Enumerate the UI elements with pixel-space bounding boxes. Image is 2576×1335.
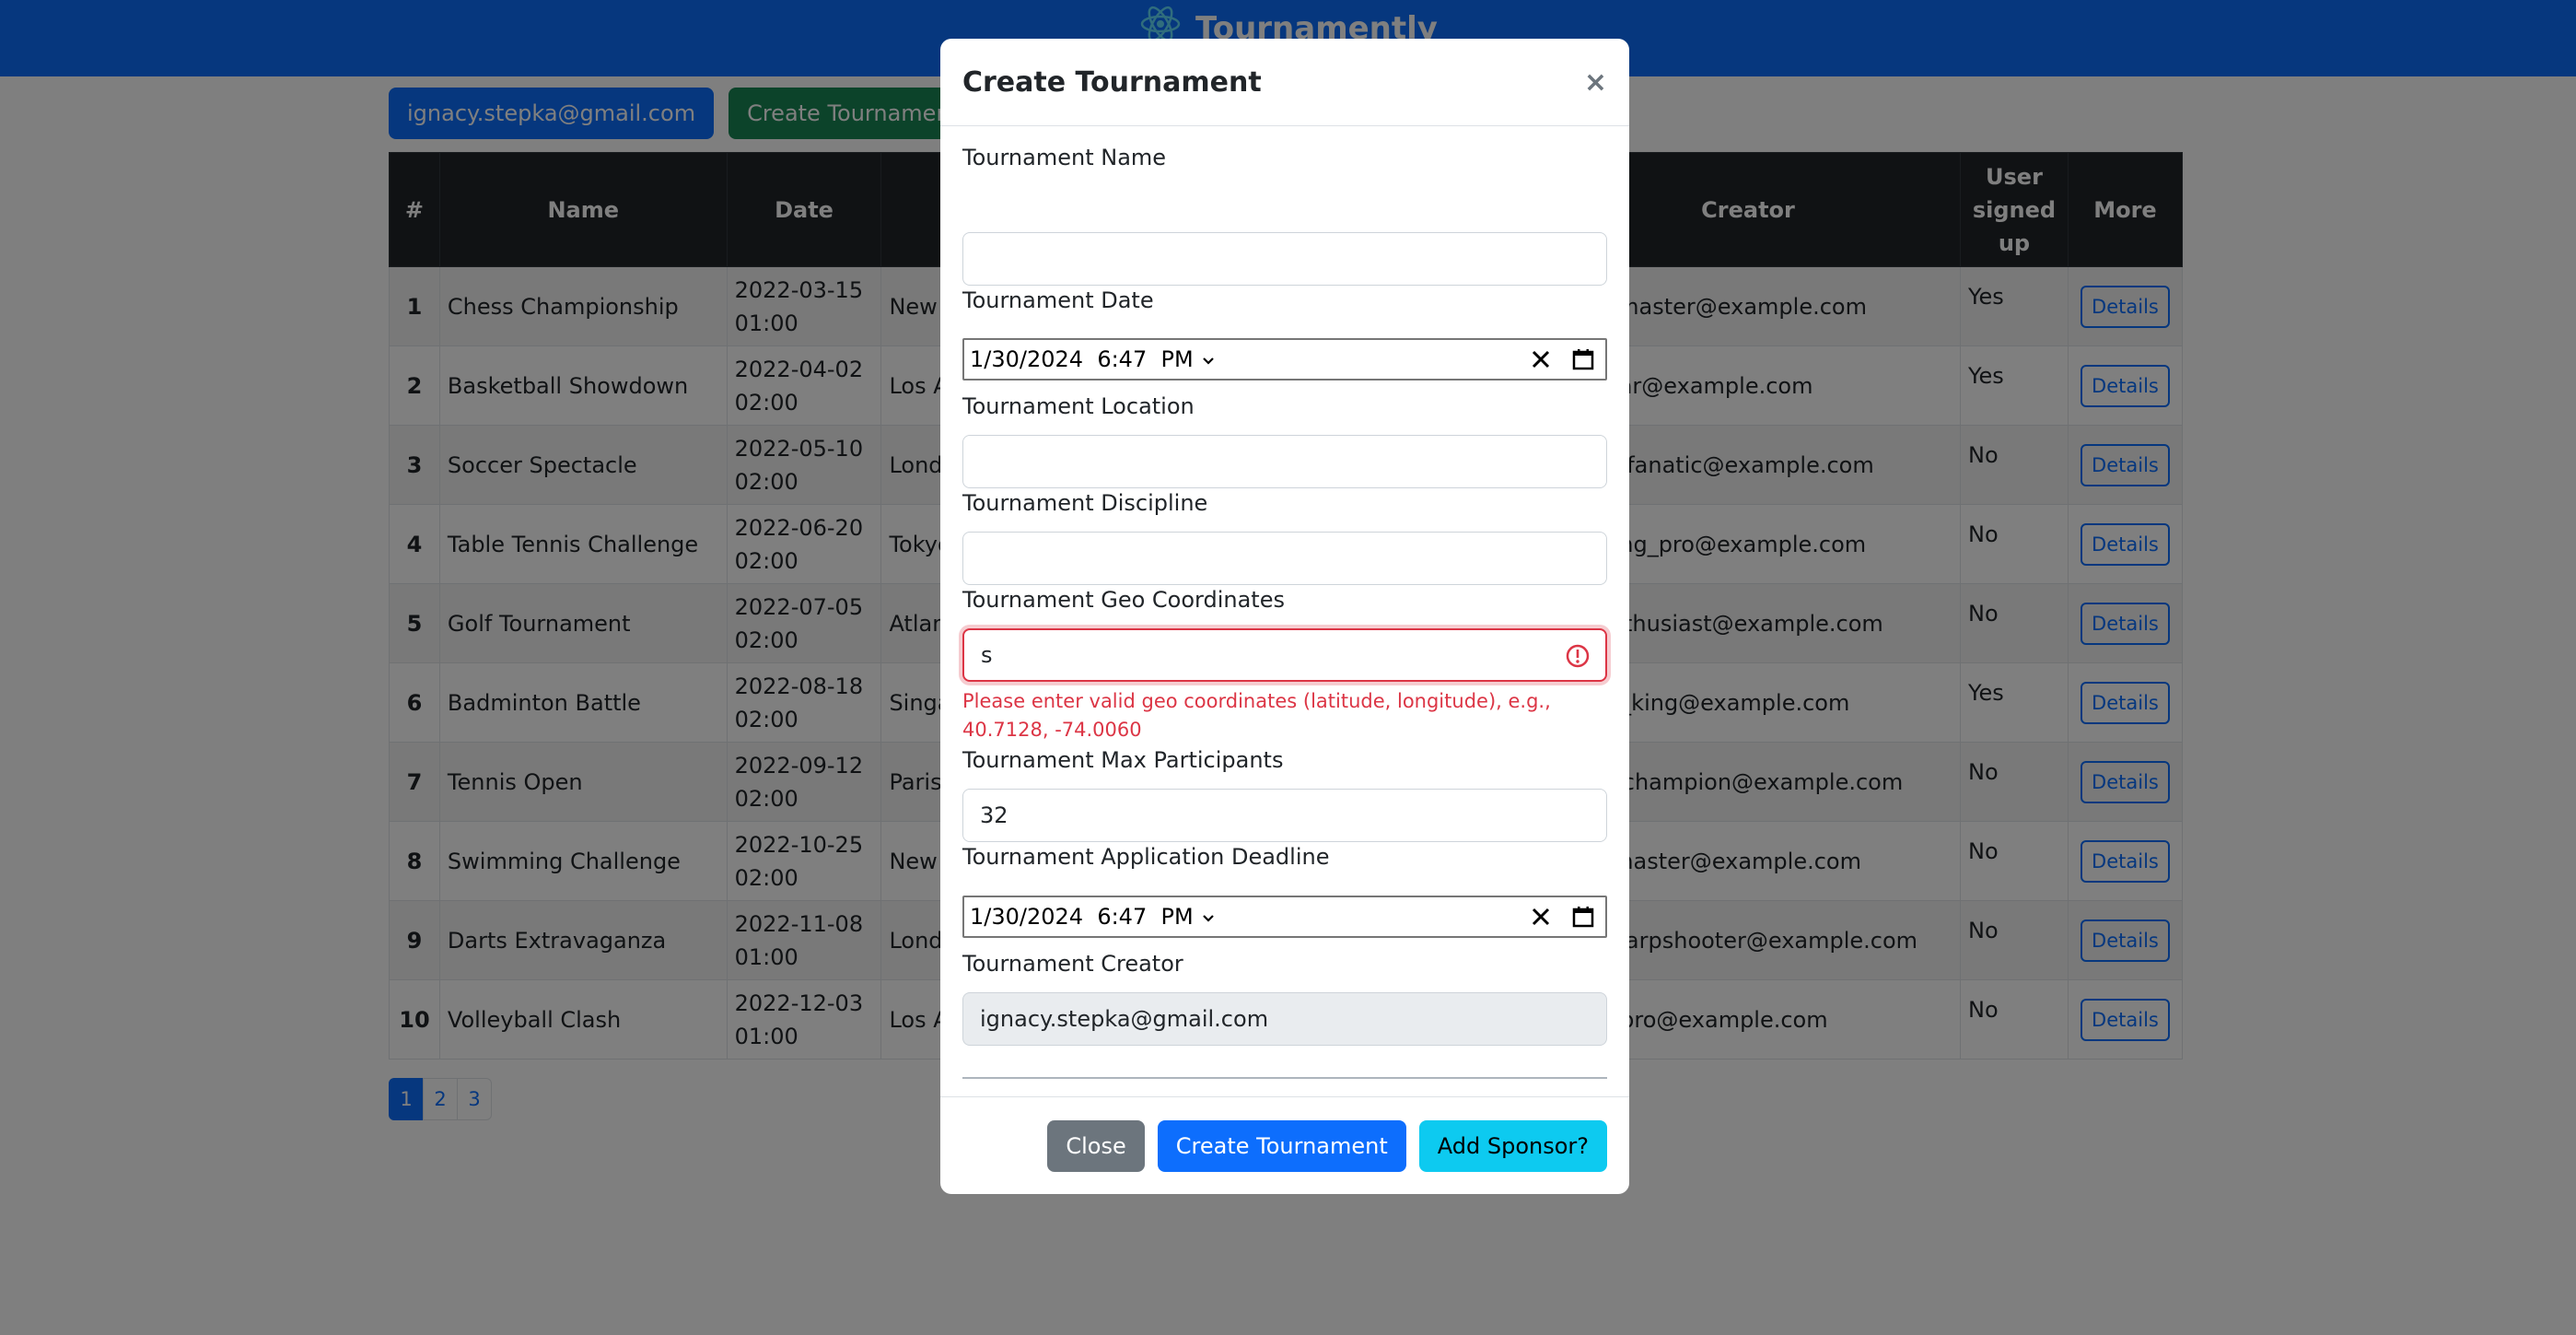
error-icon <box>1565 643 1591 669</box>
label-application-deadline: Tournament Application Deadline <box>962 844 1330 870</box>
label-tournament-date: Tournament Date <box>962 287 1154 313</box>
tournament-discipline-input[interactable] <box>962 532 1607 585</box>
tournament-name-input[interactable] <box>962 232 1607 286</box>
max-participants-value: 32 <box>980 802 1008 828</box>
label-tournament-geo: Tournament Geo Coordinates <box>962 587 1285 613</box>
modal-footer: Close Create Tournament Add Sponsor? <box>940 1096 1629 1194</box>
modal-header: Create Tournament × <box>940 39 1629 126</box>
create-tournament-modal: Create Tournament × Tournament Name Tour… <box>940 39 1629 1194</box>
clear-icon[interactable] <box>1524 900 1557 933</box>
chevron-down-icon[interactable] <box>1201 346 1216 372</box>
close-icon[interactable]: × <box>1584 66 1607 99</box>
tournament-geo-input[interactable]: s <box>962 628 1607 682</box>
tournament-date-input[interactable]: 1/30/2024 6:47 PM <box>962 338 1607 381</box>
label-tournament-creator: Tournament Creator <box>962 951 1183 977</box>
modal-title: Create Tournament <box>962 65 1262 99</box>
clear-icon[interactable] <box>1524 343 1557 376</box>
add-sponsor-button[interactable]: Add Sponsor? <box>1418 1119 1607 1172</box>
form-divider <box>962 1077 1607 1079</box>
label-tournament-discipline: Tournament Discipline <box>962 490 1208 516</box>
geo-error-message: Please enter valid geo coordinates (lati… <box>962 690 1551 741</box>
tournament-geo-value: s <box>981 642 993 668</box>
application-deadline-value: 1/30/2024 6:47 PM <box>970 904 1194 930</box>
tournament-creator-value: ignacy.stepka@gmail.com <box>980 1006 1269 1032</box>
tournament-location-input[interactable] <box>962 435 1607 488</box>
label-max-participants: Tournament Max Participants <box>962 747 1284 773</box>
close-button[interactable]: Close <box>1047 1119 1145 1172</box>
label-tournament-location: Tournament Location <box>962 393 1195 419</box>
max-participants-input[interactable]: 32 <box>962 789 1607 842</box>
tournament-date-value: 1/30/2024 6:47 PM <box>970 346 1194 372</box>
tournament-creator-input: ignacy.stepka@gmail.com <box>962 992 1607 1046</box>
submit-create-tournament-button[interactable]: Create Tournament <box>1157 1119 1406 1172</box>
calendar-icon[interactable] <box>1567 900 1600 933</box>
label-tournament-name: Tournament Name <box>962 145 1167 170</box>
calendar-icon[interactable] <box>1567 343 1600 376</box>
application-deadline-input[interactable]: 1/30/2024 6:47 PM <box>962 896 1607 938</box>
chevron-down-icon[interactable] <box>1201 904 1216 930</box>
